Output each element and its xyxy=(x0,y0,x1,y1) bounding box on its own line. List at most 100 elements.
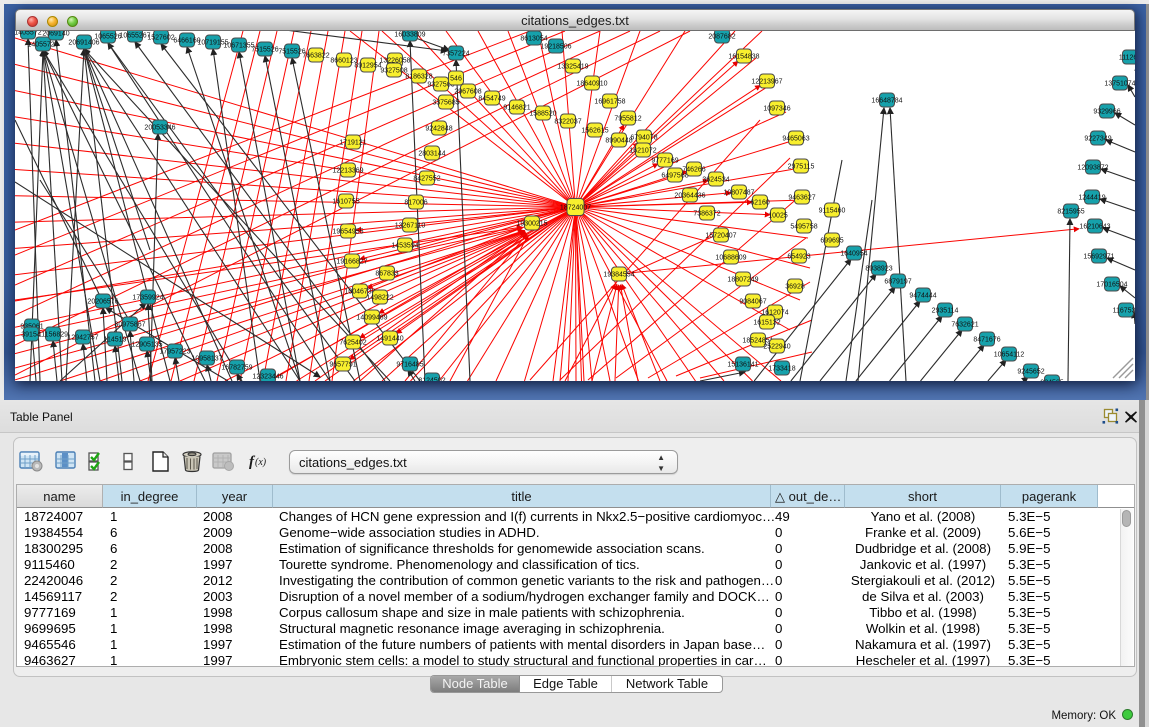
svg-text:16648784: 16648784 xyxy=(871,98,902,105)
svg-text:1562615: 1562615 xyxy=(581,128,608,135)
svg-text:8613054: 8613054 xyxy=(520,36,547,43)
svg-text:15692971: 15692971 xyxy=(1083,254,1114,261)
svg-text:9245652: 9245652 xyxy=(1017,369,1044,376)
svg-text:9115460: 9115460 xyxy=(819,208,846,215)
svg-text:20053346: 20053346 xyxy=(144,125,175,132)
svg-text:924565: 924565 xyxy=(1040,380,1063,381)
svg-text:10807487: 10807487 xyxy=(723,190,754,197)
svg-text:1498222: 1498222 xyxy=(366,295,393,302)
svg-text:16961758: 16961758 xyxy=(594,99,625,106)
svg-text:9716485: 9716485 xyxy=(396,362,423,369)
svg-text:16782759: 16782759 xyxy=(221,365,252,372)
svg-text:867833: 867833 xyxy=(375,271,398,278)
svg-text:8322037: 8322037 xyxy=(554,119,581,126)
svg-text:3375685: 3375685 xyxy=(432,100,459,107)
svg-text:9084067: 9084067 xyxy=(739,299,766,306)
svg-text:15720407: 15720407 xyxy=(705,233,736,240)
svg-text:10025: 10025 xyxy=(768,213,788,220)
svg-text:16210643: 16210643 xyxy=(1079,224,1110,231)
svg-text:19218506: 19218506 xyxy=(540,44,571,51)
svg-text:17957223: 17957223 xyxy=(159,349,190,356)
svg-text:8124502: 8124502 xyxy=(418,378,445,381)
svg-text:36928: 36928 xyxy=(785,284,805,291)
svg-text:9777169: 9777169 xyxy=(651,158,678,165)
svg-text:1405572: 1405572 xyxy=(15,31,42,37)
svg-text:7632621: 7632621 xyxy=(951,322,978,329)
svg-text:20206576: 20206576 xyxy=(87,299,118,306)
svg-text:7625402: 7625402 xyxy=(339,340,366,347)
svg-text:1244419: 1244419 xyxy=(1078,195,1105,202)
svg-text:6794078: 6794078 xyxy=(630,135,657,142)
svg-text:12942757: 12942757 xyxy=(67,335,98,342)
svg-text:1065526: 1065526 xyxy=(94,34,121,41)
svg-text:18724007: 18724007 xyxy=(560,205,591,212)
svg-text:1733418: 1733418 xyxy=(768,366,795,373)
svg-text:12213369: 12213369 xyxy=(332,168,363,175)
svg-text:10655267: 10655267 xyxy=(119,33,150,40)
svg-text:1588520: 1588520 xyxy=(529,111,556,118)
svg-text:8186328: 8186328 xyxy=(405,74,432,81)
svg-text:17016504: 17016504 xyxy=(1096,282,1127,289)
svg-text:2087682: 2087682 xyxy=(708,34,735,41)
svg-text:19166827: 19166827 xyxy=(336,259,367,266)
svg-text:114519: 114519 xyxy=(104,337,127,344)
svg-text:(x): (x) xyxy=(255,457,267,468)
svg-text:1615132: 1615132 xyxy=(753,320,780,327)
svg-text:2069140: 2069140 xyxy=(42,31,69,38)
svg-text:13751074: 13751074 xyxy=(1104,81,1135,88)
svg-text:7357224: 7357224 xyxy=(442,51,469,58)
svg-text:7515526: 7515526 xyxy=(251,47,278,54)
svg-text:2803144: 2803144 xyxy=(418,151,445,158)
svg-text:654923: 654923 xyxy=(787,254,810,261)
svg-text:699695: 699695 xyxy=(820,238,843,245)
svg-text:10688609: 10688609 xyxy=(715,255,746,262)
svg-text:9146821: 9146821 xyxy=(503,105,530,112)
svg-text:15136141: 15136141 xyxy=(727,362,758,369)
svg-text:9657791: 9657791 xyxy=(329,362,356,369)
svg-text:9327508: 9327508 xyxy=(380,68,407,75)
svg-text:19300215: 19300215 xyxy=(516,221,547,228)
svg-text:12905135: 12905135 xyxy=(131,342,162,349)
svg-text:7663822: 7663822 xyxy=(302,53,329,60)
svg-text:2967608: 2967608 xyxy=(454,89,481,96)
svg-text:9474444: 9474444 xyxy=(909,293,936,300)
svg-text:12323446: 12323446 xyxy=(252,374,283,381)
svg-text:14055724: 14055724 xyxy=(27,42,58,49)
svg-text:17359924: 17359924 xyxy=(132,295,163,302)
svg-text:9329966: 9329966 xyxy=(1093,109,1120,116)
svg-text:10958137: 10958137 xyxy=(191,356,222,363)
svg-text:6879197: 6879197 xyxy=(884,279,911,286)
svg-text:9242848: 9242848 xyxy=(425,126,452,133)
svg-text:16033809: 16033809 xyxy=(394,32,425,39)
svg-text:19654955: 19654955 xyxy=(332,229,363,236)
svg-text:11156829: 11156829 xyxy=(38,332,68,339)
svg-text:1527602: 1527602 xyxy=(147,35,174,42)
svg-text:9463627: 9463627 xyxy=(788,195,815,202)
svg-text:8912954: 8912954 xyxy=(354,63,381,70)
svg-text:12213967: 12213967 xyxy=(751,79,782,86)
svg-text:746266: 746266 xyxy=(682,167,705,174)
svg-text:6497568: 6497568 xyxy=(661,173,688,180)
svg-text:18640910: 18640910 xyxy=(576,81,607,88)
svg-text:1167534: 1167534 xyxy=(1113,308,1135,315)
svg-text:8215955: 8215955 xyxy=(1057,209,1084,216)
svg-text:20691406: 20691406 xyxy=(68,40,99,47)
svg-text:10654112: 10654112 xyxy=(994,352,1025,359)
svg-text:7955812: 7955812 xyxy=(614,116,641,123)
svg-text:12093872: 12093872 xyxy=(1077,165,1108,172)
svg-text:9465063: 9465063 xyxy=(782,136,809,143)
svg-text:19384554: 19384554 xyxy=(603,272,634,279)
svg-text:14099489: 14099489 xyxy=(356,315,387,322)
svg-text:111260: 111260 xyxy=(1119,55,1135,62)
svg-text:62160: 62160 xyxy=(750,200,770,207)
svg-text:9227349: 9227349 xyxy=(1084,136,1111,143)
svg-text:1453594: 1453594 xyxy=(391,243,418,250)
svg-text:8427552: 8427552 xyxy=(413,176,440,183)
svg-text:3624534: 3624534 xyxy=(702,177,729,184)
svg-text:2935114: 2935114 xyxy=(932,308,959,315)
svg-text:8938923: 8938923 xyxy=(865,266,892,273)
svg-text:10671355: 10671355 xyxy=(223,43,254,50)
svg-text:5495758: 5495758 xyxy=(790,224,817,231)
svg-text:18807249: 18807249 xyxy=(727,277,758,284)
svg-text:1491440: 1491440 xyxy=(376,336,403,343)
